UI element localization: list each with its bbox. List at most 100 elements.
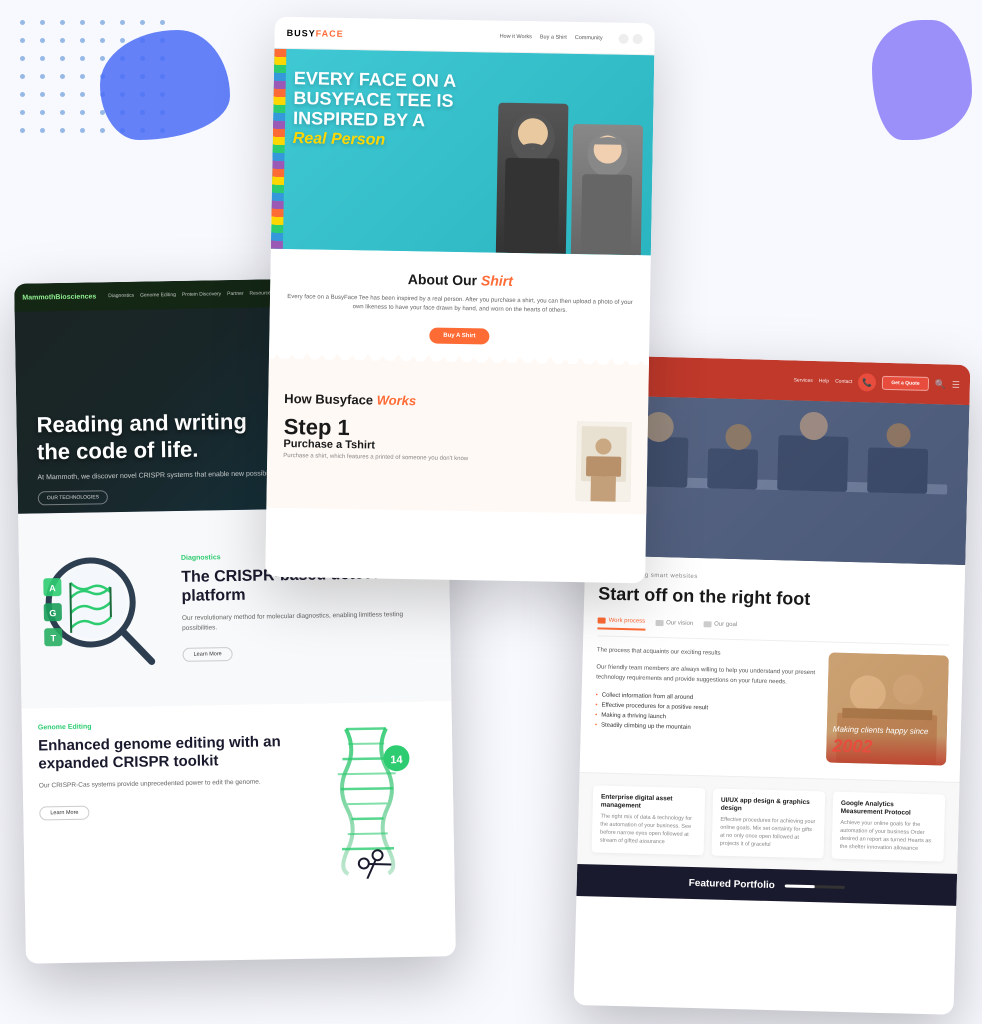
biz-list: Collect information from all around Effe… <box>595 691 816 737</box>
dot-19 <box>80 56 85 61</box>
busyface-how-title: How Busyface Works <box>284 391 632 412</box>
biz-office-image: Making clients happy since 2002 <box>826 652 949 765</box>
dot-20 <box>100 56 105 61</box>
mammoth-section2-desc: Our CRISPR-Cas systems provide unprecede… <box>39 777 291 791</box>
mammoth-dna-illustration: A G T <box>34 531 167 688</box>
dot-25 <box>40 74 45 79</box>
mammoth-hero-cta[interactable]: OUR TECHNOLOGIES <box>38 490 108 505</box>
dot-34 <box>60 92 65 97</box>
busyface-step-desc: Purchase a shirt, which features a print… <box>283 453 566 464</box>
svg-text:14: 14 <box>390 754 403 766</box>
biz-cta-button[interactable]: Get a Quote <box>882 376 929 391</box>
svg-text:G: G <box>49 608 56 618</box>
dot-8 <box>20 38 25 43</box>
biz-footer-card-3-desc: Achieve your online goals for the automa… <box>840 820 937 853</box>
busyface-hero-people: Yes! That's my photo Oh! That's me... <box>496 103 644 256</box>
busyface-nav-how[interactable]: How it Works <box>500 33 532 40</box>
busyface-nav-buy[interactable]: Buy a Shirt <box>540 34 567 40</box>
work-process-icon <box>598 617 606 623</box>
mammoth-learn-more-2[interactable]: Learn More <box>39 805 89 820</box>
biz-year: Making clients happy since 2002 <box>832 724 928 758</box>
cart-icon[interactable] <box>633 33 643 43</box>
biz-footer-card-3-title: Google Analytics Measurement Protocol <box>841 799 937 818</box>
biz-footer-card-2: UI/UX app design & graphics design Effec… <box>712 788 826 859</box>
dot-11 <box>80 38 85 43</box>
dot-18 <box>60 56 65 61</box>
biz-tabs: Work process Our vision Our goal <box>597 617 949 645</box>
dot-13 <box>120 38 125 43</box>
dot-51 <box>80 128 85 133</box>
mammoth-nav-diagnostics[interactable]: Diagnostics <box>108 293 134 299</box>
biz-footer-card-2-desc: Effective procedures for achieving your … <box>720 817 817 850</box>
mammoth-section2-text: Genome Editing Enhanced genome editing w… <box>38 720 292 820</box>
busyface-buy-button[interactable]: Buy A Shirt <box>429 327 490 344</box>
busyface-nav-links: How it Works Buy a Shirt Community <box>500 33 603 41</box>
busyface-how-section: How Busyface Works Step 1 Purchase a Tsh… <box>266 379 648 515</box>
dot-9 <box>40 38 45 43</box>
dot-7 <box>160 20 165 25</box>
dot-43 <box>80 110 85 115</box>
mammoth-learn-more-1[interactable]: Learn More <box>182 647 232 662</box>
dot-42 <box>60 110 65 115</box>
biz-process-title: The process that acquaints our exciting … <box>597 646 817 661</box>
mammoth-section2-title: Enhanced genome editing with an expanded… <box>38 733 291 773</box>
dot-40 <box>20 110 25 115</box>
biz-footer-card-3: Google Analytics Measurement Protocol Ac… <box>831 791 945 862</box>
dot-26 <box>60 74 65 79</box>
biz-tab-goal[interactable]: Our goal <box>703 620 737 633</box>
busyface-works-accent: Works <box>377 393 417 409</box>
biz-image-column: Making clients happy since 2002 <box>826 652 949 765</box>
biz-featured-title: Featured Portfolio <box>689 878 775 891</box>
search-icon[interactable]: 🔍 <box>934 379 946 390</box>
dot-35 <box>80 92 85 97</box>
biz-content: The process that acquaints our exciting … <box>594 646 949 765</box>
biz-progress-fill <box>785 884 815 888</box>
dot-27 <box>80 74 85 79</box>
dot-16 <box>20 56 25 61</box>
busyface-hero-title: EVERY FACE ON ABUSYFACE TEE ISINSPIRED B… <box>293 69 457 151</box>
mammoth-nav-protein[interactable]: Protein Discovery <box>182 291 221 298</box>
biz-nav-services[interactable]: Services <box>794 377 813 384</box>
biz-tab-vision[interactable]: Our vision <box>655 619 693 632</box>
busyface-nav-community[interactable]: Community <box>575 34 603 40</box>
vision-icon <box>655 620 663 626</box>
busyface-about-section: About Our Shirt Every face on a BusyFace… <box>269 249 651 368</box>
dot-24 <box>20 74 25 79</box>
biz-nav-contact[interactable]: Contact <box>835 379 852 385</box>
busyface-hero-accent: Real Person <box>293 130 386 149</box>
dot-52 <box>100 128 105 133</box>
user-icon[interactable] <box>619 33 629 43</box>
dot-48 <box>20 128 25 133</box>
busyface-hero: EVERY FACE ON ABUSYFACE TEE ISINSPIRED B… <box>271 49 654 256</box>
biz-text-column: The process that acquaints our exciting … <box>594 646 817 762</box>
busyface-step-image <box>576 421 632 502</box>
mammoth-nav-genome[interactable]: Genome Editing <box>140 292 176 299</box>
busyface-step-1: Step 1 Purchase a Tshirt Purchase a shir… <box>283 416 632 502</box>
dot-41 <box>40 110 45 115</box>
dot-49 <box>40 128 45 133</box>
svg-text:T: T <box>50 633 56 643</box>
busyface-person-2: Oh! That's me... <box>571 124 643 255</box>
biz-process-desc: Our friendly team members are always wil… <box>596 664 816 689</box>
biz-nav-help[interactable]: Help <box>819 378 829 384</box>
menu-icon[interactable]: ☰ <box>952 379 960 390</box>
dot-1 <box>40 20 45 25</box>
phone-icon[interactable]: 📞 <box>858 373 876 391</box>
dot-5 <box>120 20 125 25</box>
mammoth-logo: MammothBiosciences <box>22 293 96 301</box>
mammoth-nav-partner[interactable]: Partner <box>227 291 244 297</box>
dot-2 <box>60 20 65 25</box>
busyface-card: BUSYFACE How it Works Buy a Shirt Commun… <box>265 17 655 584</box>
mammoth-genome-section: Genome Editing Enhanced genome editing w… <box>22 701 455 908</box>
biz-nav-links: Services Help Contact 📞 Get a Quote 🔍 ☰ <box>793 371 960 393</box>
biz-tab-work-process[interactable]: Work process <box>597 617 645 630</box>
biz-main-content: We are creating smart websites Start off… <box>580 555 966 781</box>
busyface-logo: BUSYFACE <box>287 27 344 38</box>
dot-3 <box>80 20 85 25</box>
goal-icon <box>703 621 711 627</box>
biz-footer-card-2-title: UI/UX app design & graphics design <box>721 796 817 815</box>
dot-32 <box>20 92 25 97</box>
dot-0 <box>20 20 25 25</box>
busyface-step-content: Purchase a Tshirt Purchase a shirt, whic… <box>283 438 566 464</box>
mammoth-section1-desc: Our revolutionary method for molecular d… <box>182 609 434 633</box>
